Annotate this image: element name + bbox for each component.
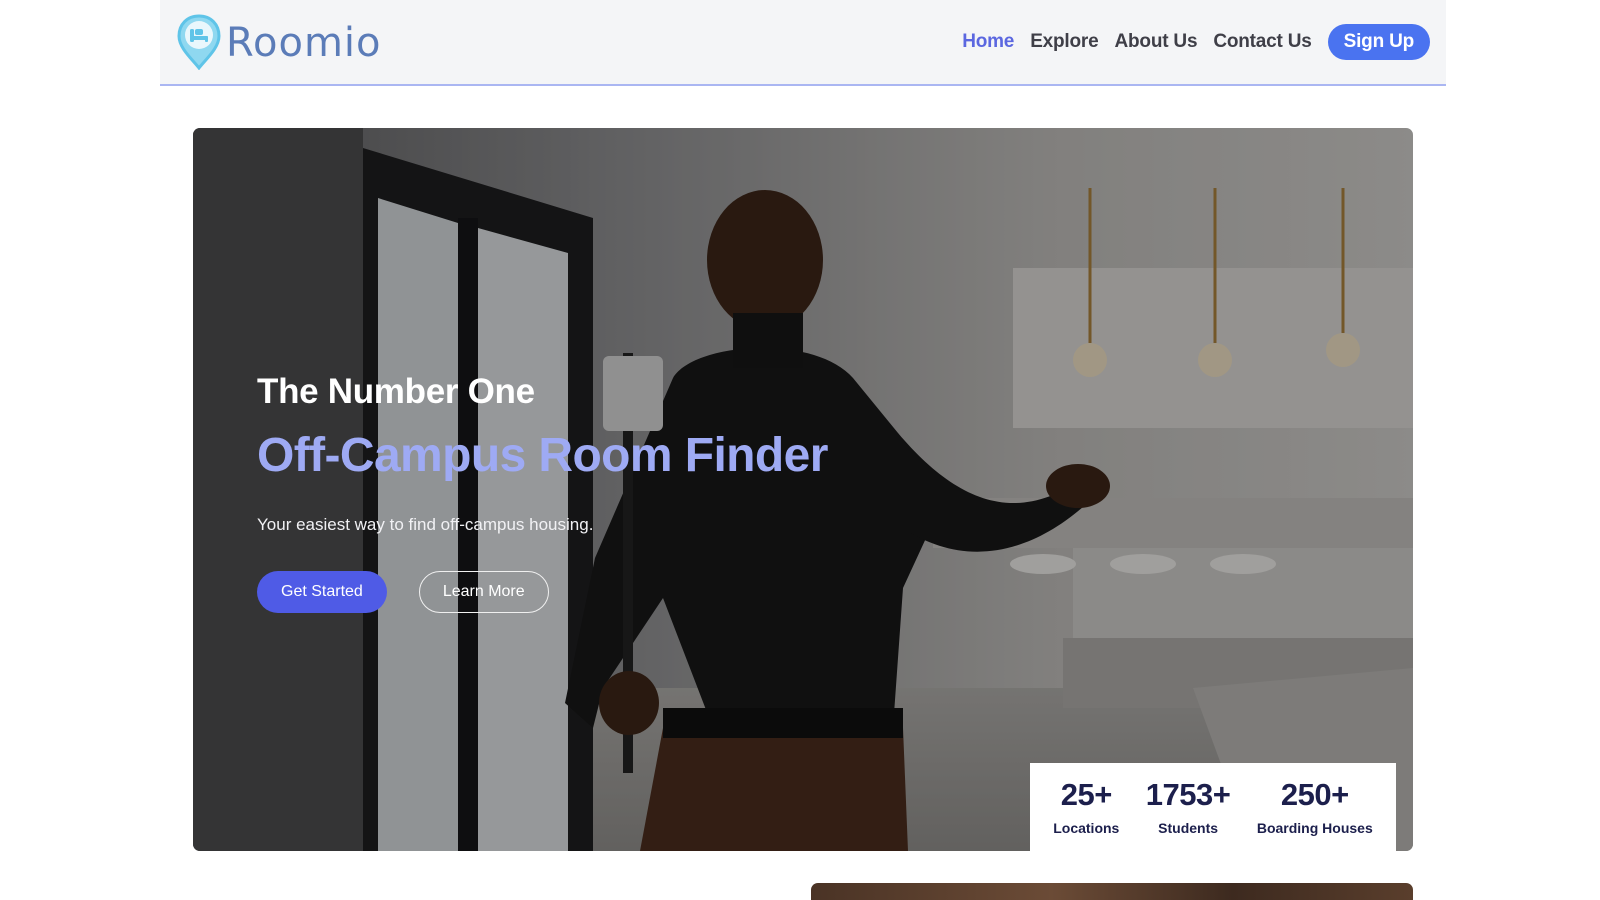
hero-subtitle: Your easiest way to find off-campus hous… [257, 515, 594, 535]
nav-link-explore[interactable]: Explore [1030, 31, 1098, 53]
next-section-image [811, 883, 1413, 900]
hero-content: The Number One Off-Campus Room Finder Yo… [257, 372, 877, 614]
brand-logo[interactable]: Roomio [176, 14, 382, 70]
primary-nav: Home Explore About Us Contact Us Sign Up [946, 24, 1430, 60]
hero-title: Off-Campus Room Finder [257, 429, 828, 483]
stat-locations: 25+ Locations [1053, 776, 1120, 837]
stat-value: 250+ [1280, 776, 1349, 812]
get-started-button[interactable]: Get Started [257, 571, 387, 614]
hero-kicker: The Number One [257, 372, 535, 411]
stats-card: 25+ Locations 1753+ Students 250+ Boardi… [1030, 763, 1396, 851]
brand-name: Roomio [226, 20, 382, 66]
nav-link-contact-us[interactable]: Contact Us [1213, 31, 1311, 53]
hero-section: The Number One Off-Campus Room Finder Yo… [193, 128, 1413, 851]
stat-value: 25+ [1060, 776, 1113, 812]
nav-link-home[interactable]: Home [962, 31, 1014, 53]
hero-actions: Get Started Learn More [257, 571, 877, 614]
stat-label: Locations [1053, 820, 1120, 837]
stat-students: 1753+ Students [1145, 776, 1231, 837]
sign-up-button[interactable]: Sign Up [1327, 24, 1430, 60]
stat-label: Boarding Houses [1256, 820, 1373, 837]
nav-link-about-us[interactable]: About Us [1114, 31, 1197, 53]
learn-more-button[interactable]: Learn More [418, 571, 549, 614]
stat-boarding-houses: 250+ Boarding Houses [1256, 776, 1373, 837]
stat-value: 1753+ [1145, 776, 1231, 812]
navbar: Roomio Home Explore About Us Contact Us … [160, 0, 1446, 86]
location-pin-bed-icon [177, 14, 221, 70]
stat-label: Students [1158, 820, 1219, 837]
